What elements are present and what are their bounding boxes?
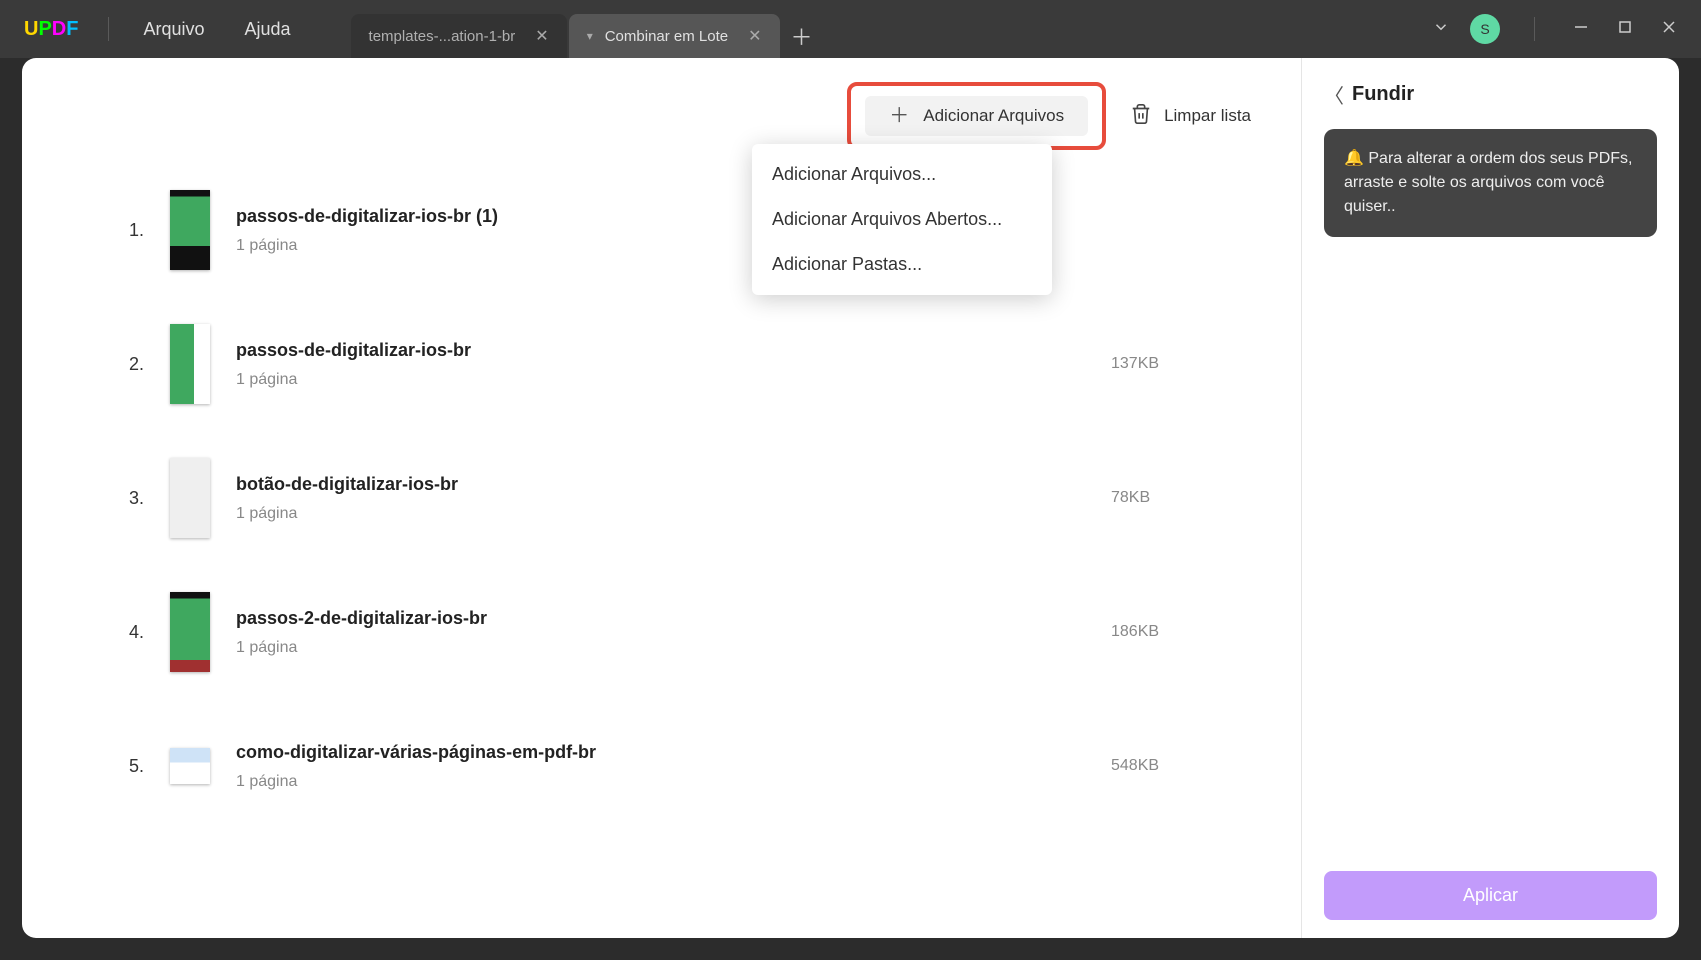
close-icon[interactable]: ✕ (535, 26, 548, 46)
dropdown-add-open-files[interactable]: Adicionar Arquivos Abertos... (752, 197, 1052, 242)
add-files-button[interactable]: ＋ Adicionar Arquivos (865, 96, 1088, 136)
file-thumbnail (170, 458, 210, 538)
chevron-down-icon[interactable] (1432, 18, 1450, 41)
file-index: 1. (122, 220, 144, 241)
file-name: passos-2-de-digitalizar-ios-br (236, 608, 1085, 629)
divider (108, 17, 109, 41)
file-name: como-digitalizar-várias-páginas-em-pdf-b… (236, 742, 1085, 763)
tab-templates[interactable]: templates-...ation-1-br ✕ (351, 14, 567, 58)
maximize-icon[interactable] (1613, 15, 1637, 44)
file-pages: 1 página (236, 371, 1085, 389)
trash-icon (1130, 103, 1152, 130)
add-files-dropdown: Adicionar Arquivos... Adicionar Arquivos… (752, 144, 1052, 295)
plus-icon: ＋ (889, 106, 909, 126)
tab-combinar[interactable]: ▾ Combinar em Lote ✕ (569, 14, 780, 58)
file-thumbnail (170, 726, 210, 806)
file-pages: 1 página (236, 505, 1085, 523)
list-item[interactable]: 5. como-digitalizar-várias-páginas-em-pd… (122, 726, 1251, 806)
file-pages: 1 página (236, 773, 1085, 791)
close-icon[interactable] (1657, 15, 1681, 44)
list-item[interactable]: 1. passos-de-digitalizar-ios-br (1) 1 pá… (122, 190, 1251, 270)
panel-title: Fundir (1352, 83, 1414, 106)
file-size: 78KB (1111, 489, 1251, 507)
close-icon[interactable]: ✕ (748, 26, 761, 46)
file-thumbnail (170, 592, 210, 672)
file-pages: 1 página (236, 639, 1085, 657)
tab-label: templates-...ation-1-br (369, 28, 516, 45)
list-item[interactable]: 3. botão-de-digitalizar-ios-br 1 página … (122, 458, 1251, 538)
minimize-icon[interactable] (1569, 15, 1593, 44)
file-thumbnail (170, 324, 210, 404)
file-name: passos-de-digitalizar-ios-br (236, 340, 1085, 361)
new-tab-button[interactable]: ＋ (782, 14, 822, 58)
menu-arquivo[interactable]: Arquivo (123, 19, 224, 40)
file-thumbnail (170, 190, 210, 270)
list-item[interactable]: 4. passos-2-de-digitalizar-ios-br 1 pági… (122, 592, 1251, 672)
dropdown-add-folders[interactable]: Adicionar Pastas... (752, 242, 1052, 287)
file-index: 4. (122, 622, 144, 643)
hint-message: 🔔 Para alterar a ordem dos seus PDFs, ar… (1324, 129, 1657, 237)
apply-button[interactable]: Aplicar (1324, 871, 1657, 920)
file-index: 2. (122, 354, 144, 375)
avatar[interactable]: S (1470, 14, 1500, 44)
clear-list-button[interactable]: Limpar lista (1130, 103, 1251, 130)
list-item[interactable]: 2. passos-de-digitalizar-ios-br 1 página… (122, 324, 1251, 404)
file-size: 137KB (1111, 355, 1251, 373)
menu-ajuda[interactable]: Ajuda (225, 19, 311, 40)
highlight-annotation: ＋ Adicionar Arquivos (847, 82, 1106, 150)
file-name: botão-de-digitalizar-ios-br (236, 474, 1085, 495)
file-index: 5. (122, 756, 144, 777)
add-files-label: Adicionar Arquivos (923, 106, 1064, 126)
file-size: 548KB (1111, 757, 1251, 775)
file-size: 186KB (1111, 623, 1251, 641)
tab-label: Combinar em Lote (605, 28, 728, 45)
dropdown-add-files[interactable]: Adicionar Arquivos... (752, 152, 1052, 197)
back-icon[interactable]: 〈 (1324, 80, 1344, 109)
chevron-down-icon[interactable]: ▾ (587, 29, 593, 43)
file-index: 3. (122, 488, 144, 509)
divider (1534, 17, 1535, 41)
clear-list-label: Limpar lista (1164, 106, 1251, 126)
app-logo: UPDF (24, 18, 78, 41)
